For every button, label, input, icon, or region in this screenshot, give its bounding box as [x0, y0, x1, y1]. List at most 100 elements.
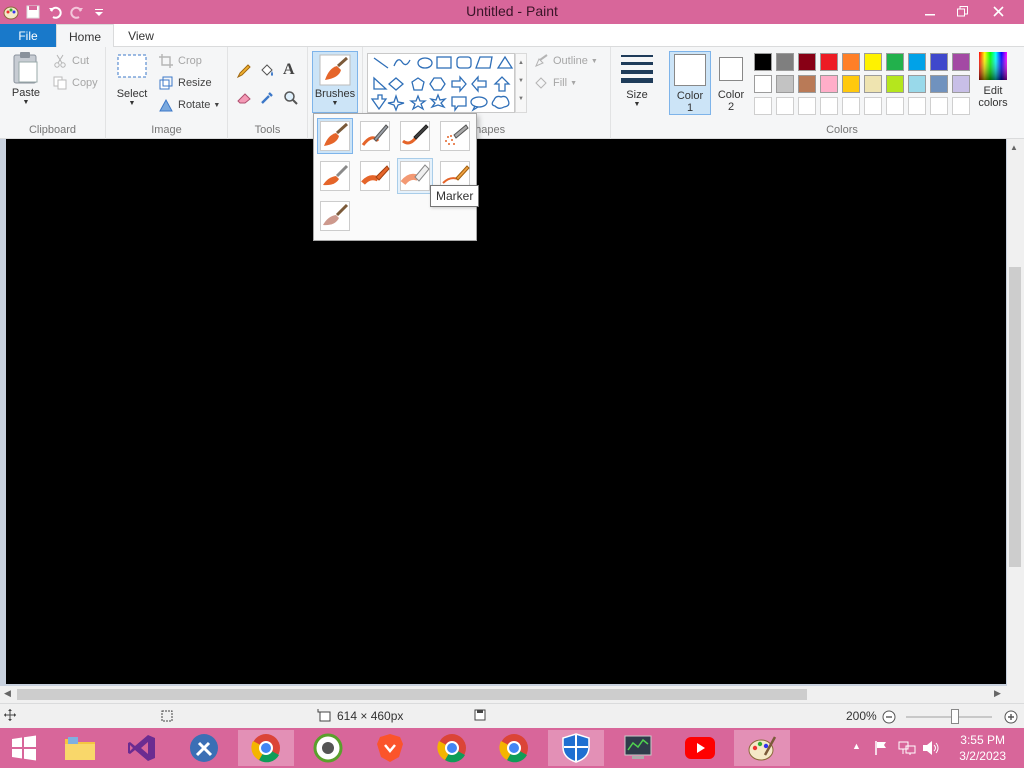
show-hidden-icons-icon[interactable]: ▲	[852, 741, 861, 751]
color-swatch[interactable]	[798, 53, 816, 71]
crop-button[interactable]: Crop	[158, 52, 202, 70]
brush-option-marker[interactable]	[397, 158, 433, 194]
fill-tool[interactable]	[259, 62, 279, 80]
taskbar-chrome-3[interactable]	[486, 730, 542, 766]
color-swatch[interactable]	[952, 53, 970, 71]
restore-button[interactable]	[947, 0, 977, 22]
color-swatch[interactable]	[952, 75, 970, 93]
color1-button[interactable]: Color 1	[669, 51, 711, 115]
color-swatch[interactable]	[864, 53, 882, 71]
color1-label: Color	[676, 90, 704, 102]
taskbar-visual-studio[interactable]	[114, 730, 170, 766]
taskbar-camtasia[interactable]	[300, 730, 356, 766]
color-swatch[interactable]	[886, 75, 904, 93]
start-button[interactable]	[0, 730, 48, 766]
color-swatch[interactable]	[930, 53, 948, 71]
shapes-icons[interactable]	[368, 54, 514, 112]
eraser-tool[interactable]	[236, 89, 256, 107]
custom-color-slot[interactable]	[798, 97, 816, 115]
color-swatch[interactable]	[908, 53, 926, 71]
brush-option-brush[interactable]	[317, 118, 353, 154]
custom-color-slot[interactable]	[864, 97, 882, 115]
custom-color-slot[interactable]	[908, 97, 926, 115]
horizontal-scroll-thumb[interactable]	[17, 689, 807, 700]
custom-color-slot[interactable]	[842, 97, 860, 115]
scroll-down-icon[interactable]: ▼	[516, 72, 526, 90]
custom-color-slot[interactable]	[754, 97, 772, 115]
size-button[interactable]: Size ▼	[617, 51, 657, 108]
taskbar-youtube[interactable]	[672, 730, 728, 766]
color-swatch[interactable]	[754, 53, 772, 71]
color-swatch[interactable]	[754, 75, 772, 93]
color-swatch[interactable]	[776, 75, 794, 93]
color2-button[interactable]: Color 2	[713, 51, 749, 113]
brush-option-watercolor[interactable]	[317, 198, 353, 234]
custom-color-slot[interactable]	[886, 97, 904, 115]
brushes-button[interactable]: Brushes ▼	[312, 51, 358, 113]
custom-color-slot[interactable]	[776, 97, 794, 115]
close-button[interactable]	[983, 0, 1013, 22]
tab-file[interactable]: File	[0, 24, 56, 47]
taskbar-tools-app[interactable]	[176, 730, 232, 766]
color-swatch[interactable]	[820, 53, 838, 71]
color-swatch[interactable]	[842, 75, 860, 93]
tab-view[interactable]: View	[116, 24, 166, 48]
brush-option-calligraphy-2[interactable]	[397, 118, 433, 154]
taskbar-file-explorer[interactable]	[52, 730, 108, 766]
zoom-slider-thumb[interactable]	[951, 709, 959, 724]
zoom-out-button[interactable]	[882, 710, 896, 724]
shapes-gallery-scroll[interactable]: ▲ ▼ ▼	[515, 53, 527, 113]
pencil-tool[interactable]	[236, 62, 256, 80]
cut-button[interactable]: Cut	[52, 52, 89, 70]
custom-color-slot[interactable]	[930, 97, 948, 115]
drawing-canvas[interactable]	[6, 139, 1006, 684]
outline-button[interactable]: Outline ▼	[533, 52, 598, 70]
tab-home[interactable]: Home	[56, 24, 114, 48]
taskbar-chrome-2[interactable]	[424, 730, 480, 766]
horizontal-scrollbar[interactable]: ◀ ▶	[0, 686, 1024, 703]
scroll-up-icon[interactable]: ▲	[516, 54, 526, 72]
color-picker-tool[interactable]	[259, 89, 279, 107]
taskbar-defender[interactable]	[548, 730, 604, 766]
color-swatch[interactable]	[908, 75, 926, 93]
color-swatch[interactable]	[886, 53, 904, 71]
gallery-more-icon[interactable]: ▼	[516, 90, 526, 108]
color-swatch[interactable]	[798, 75, 816, 93]
zoom-in-button[interactable]	[1004, 710, 1018, 724]
color-swatch[interactable]	[842, 53, 860, 71]
zoom-slider-track[interactable]	[906, 716, 992, 718]
rotate-button[interactable]: Rotate ▼	[158, 96, 220, 114]
brush-option-airbrush[interactable]	[437, 118, 473, 154]
color-swatch[interactable]	[820, 75, 838, 93]
resize-button[interactable]: Resize	[158, 74, 212, 92]
taskbar-task-manager[interactable]	[610, 730, 666, 766]
scroll-up-icon[interactable]: ▲	[1010, 143, 1018, 152]
edit-colors-button[interactable]: Edit colors	[972, 51, 1014, 109]
volume-icon[interactable]	[922, 740, 940, 759]
color-swatch[interactable]	[776, 53, 794, 71]
minimize-button[interactable]	[915, 0, 945, 22]
brush-option-crayon[interactable]	[357, 158, 393, 194]
color-swatch[interactable]	[864, 75, 882, 93]
custom-color-slot[interactable]	[820, 97, 838, 115]
vertical-scroll-thumb[interactable]	[1009, 267, 1021, 567]
vertical-scrollbar[interactable]: ▲	[1007, 139, 1024, 686]
taskbar-brave[interactable]	[362, 730, 418, 766]
paste-button[interactable]: Paste ▼	[6, 51, 46, 106]
taskbar-paint[interactable]	[734, 730, 790, 766]
taskbar-clock[interactable]: 3:55 PM 3/2/2023	[959, 732, 1006, 764]
taskbar-chrome-1[interactable]	[238, 730, 294, 766]
network-icon[interactable]	[898, 740, 916, 759]
fill-button[interactable]: Fill ▼	[533, 74, 577, 92]
color-swatch[interactable]	[930, 75, 948, 93]
copy-button[interactable]: Copy	[52, 74, 98, 92]
scroll-left-icon[interactable]: ◀	[4, 688, 11, 699]
brush-option-calligraphy-1[interactable]	[357, 118, 393, 154]
action-center-flag-icon[interactable]	[874, 740, 888, 759]
brush-option-oil[interactable]	[317, 158, 353, 194]
text-tool[interactable]: A	[283, 61, 295, 79]
magnifier-tool[interactable]	[283, 89, 303, 107]
select-button[interactable]: Select ▼	[112, 51, 152, 107]
scroll-right-icon[interactable]: ▶	[994, 688, 1001, 699]
custom-color-slot[interactable]	[952, 97, 970, 115]
